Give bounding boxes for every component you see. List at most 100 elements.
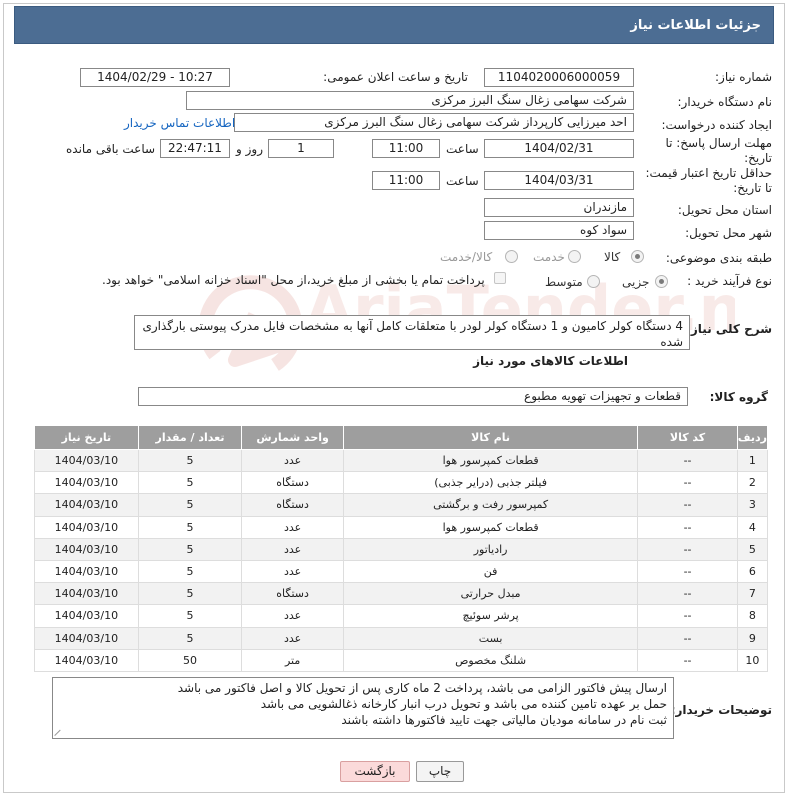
buyer-org-label: نام دستگاه خریدار: <box>677 95 773 109</box>
category-option-service: خدمت <box>533 250 565 264</box>
unit-cell: دستگاه <box>241 471 344 495</box>
unit-cell: عدد <box>241 604 344 628</box>
unit-cell: دستگاه <box>241 493 344 517</box>
item-name-cell: کمپرسور رفت و برگشتی <box>342 493 639 517</box>
delivery-province-label: استان محل تحویل: <box>677 203 772 217</box>
process-radio-minor[interactable] <box>655 275 668 288</box>
table-row: 6 -- فن عدد 5 1404/03/10 <box>34 559 769 584</box>
price-validity-date: 1404/03/31 <box>484 171 634 190</box>
item-name-cell: مبدل حرارتی <box>342 582 639 606</box>
need-date-cell: 1404/03/10 <box>34 448 139 473</box>
buyer-notes-label: توضیحات خریدار: <box>670 703 772 717</box>
item-name-cell: قطعات کمپرسور هوا <box>342 448 639 473</box>
item-name-cell: شلنگ مخصوص <box>342 648 639 672</box>
need-date-cell: 1404/03/10 <box>34 626 139 650</box>
announce-datetime-label: تاریخ و ساعت اعلان عمومی: <box>323 70 468 84</box>
quantity-cell: 5 <box>137 626 243 650</box>
item-code-cell: -- <box>637 448 738 473</box>
item-name-cell: پرشر سوئیچ <box>342 604 639 628</box>
item-name-cell: بست <box>342 626 639 650</box>
quantity-cell: 5 <box>137 537 243 561</box>
need-date-cell: 1404/03/10 <box>34 582 139 606</box>
quantity-cell: 5 <box>137 515 243 539</box>
page-header: جزئیات اطلاعات نیاز <box>14 6 774 44</box>
buyer-note-line: ارسال پیش فاکتور الزامی می باشد، پرداخت … <box>177 681 667 695</box>
quantity-cell: 5 <box>137 604 243 628</box>
buyer-contact-link[interactable]: اطلاعات تماس خریدار <box>124 116 235 130</box>
process-option-medium: متوسط <box>545 275 583 289</box>
table-row: 3 -- کمپرسور رفت و برگشتی دستگاه 5 1404/03/10 <box>34 493 769 517</box>
row-number-cell: 6 <box>736 559 769 584</box>
reply-deadline-time: 11:00 <box>372 139 440 158</box>
table-row: 2 -- فیلتر جذبی (درایر جذبی) دستگاه 5 1404/03… <box>34 471 769 495</box>
process-option-minor: جزیی <box>622 275 650 289</box>
item-name-cell: قطعات کمپرسور هوا <box>342 515 639 539</box>
price-time-label: ساعت <box>446 174 479 188</box>
col-date: تاریخ نیاز <box>34 425 139 450</box>
table-row: 4 -- قطعات کمپرسور هوا عدد 5 1404/03/10 <box>34 515 769 539</box>
item-code-cell: -- <box>637 537 738 561</box>
reply-time-label: ساعت <box>446 142 479 156</box>
item-code-cell: -- <box>637 559 738 584</box>
buyer-org-field: شرکت سهامی زغال سنگ البرز مرکزی <box>186 91 634 110</box>
delivery-province-field: مازندران <box>484 198 634 217</box>
unit-cell: عدد <box>241 626 344 650</box>
item-name-cell: فن <box>342 559 639 584</box>
price-validity-label: حداقل تاریخ اعتبار قیمت: تا تاریخ: <box>645 166 772 195</box>
unit-cell: عدد <box>241 448 344 473</box>
col-name: نام کالا <box>342 425 639 450</box>
item-code-cell: -- <box>637 582 738 606</box>
need-date-cell: 1404/03/10 <box>34 537 139 561</box>
general-desc-field: 4 دستگاه کولر کامیون و 1 دستگاه کولر لود… <box>134 315 690 350</box>
row-number-cell: 4 <box>736 515 769 539</box>
remaining-time-label: ساعت باقی مانده <box>66 142 156 156</box>
row-number-cell: 10 <box>736 648 769 672</box>
treasury-checkbox[interactable] <box>494 272 506 284</box>
category-label: طبقه بندی موضوعی: <box>665 251 772 265</box>
item-code-cell: -- <box>637 604 738 628</box>
need-date-cell: 1404/03/10 <box>34 493 139 517</box>
col-code: کد کالا <box>637 425 738 450</box>
requester-field: احد میرزایی کارپرداز شرکت سهامی زغال سنگ… <box>234 113 634 132</box>
table-row: 10 -- شلنگ مخصوص متر 50 1404/03/10 <box>34 648 769 672</box>
unit-cell: عدد <box>241 559 344 584</box>
days-label: روز و <box>236 142 263 156</box>
unit-cell: عدد <box>241 537 344 561</box>
row-number-cell: 2 <box>736 471 769 495</box>
unit-cell: عدد <box>241 515 344 539</box>
category-radio-goods[interactable] <box>631 250 644 263</box>
goods-section-title: اطلاعات کالاهای مورد نیاز <box>473 354 628 368</box>
remaining-days: 1 <box>268 139 334 158</box>
need-date-cell: 1404/03/10 <box>34 604 139 628</box>
delivery-city-field: سواد کوه <box>484 221 634 240</box>
back-button[interactable]: بازگشت <box>340 761 410 782</box>
table-row: 5 -- رادیاتور عدد 5 1404/03/10 <box>34 537 769 561</box>
category-radio-service[interactable] <box>568 250 581 263</box>
process-radio-medium[interactable] <box>587 275 600 288</box>
process-type-label: نوع فرآیند خرید : <box>687 274 772 288</box>
print-button[interactable]: چاپ <box>416 761 464 782</box>
reply-deadline-label: مهلت ارسال پاسخ: تا تاریخ: <box>665 136 772 165</box>
table-row: 9 -- بست عدد 5 1404/03/10 <box>34 626 769 650</box>
row-number-cell: 7 <box>736 582 769 606</box>
row-number-cell: 8 <box>736 604 769 628</box>
unit-cell: متر <box>241 648 344 672</box>
table-row: 1 -- قطعات کمپرسور هوا عدد 5 1404/03/10 <box>34 448 769 473</box>
delivery-city-label: شهر محل تحویل: <box>685 226 772 240</box>
need-date-cell: 1404/03/10 <box>34 515 139 539</box>
table-row: 8 -- پرشر سوئیچ عدد 5 1404/03/10 <box>34 604 769 628</box>
resize-handle-icon[interactable] <box>55 728 63 736</box>
quantity-cell: 5 <box>137 582 243 606</box>
col-qty: تعداد / مقدار <box>137 425 243 450</box>
category-radio-goods-service[interactable] <box>505 250 518 263</box>
item-code-cell: -- <box>637 626 738 650</box>
general-desc-label: شرح کلی نیاز: <box>686 322 772 336</box>
announce-datetime-field: 1404/02/29 - 10:27 <box>80 68 230 87</box>
goods-group-label: گروه کالا: <box>709 390 768 404</box>
quantity-cell: 5 <box>137 471 243 495</box>
quantity-cell: 5 <box>137 493 243 517</box>
category-option-goods-service: کالا/خدمت <box>440 250 493 264</box>
need-number-field: 1104020006000059 <box>484 68 634 87</box>
reply-deadline-date: 1404/02/31 <box>484 139 634 158</box>
quantity-cell: 5 <box>137 448 243 473</box>
